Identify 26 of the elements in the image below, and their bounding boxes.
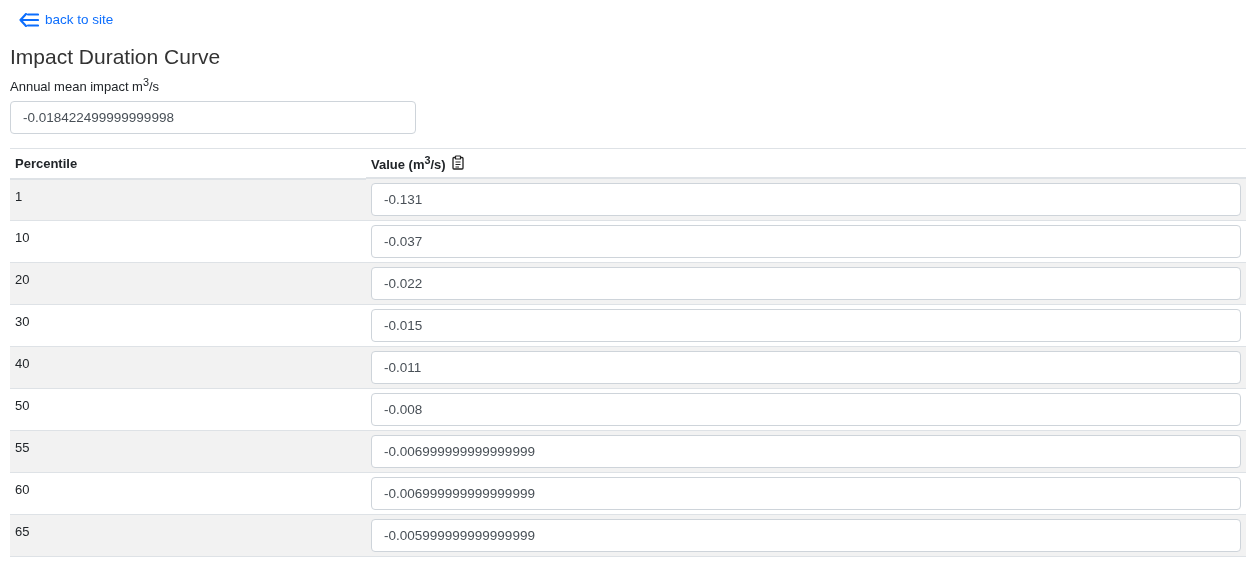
value-field[interactable]: -0.131 (371, 182, 1241, 216)
percentile-cell: 30 (15, 313, 30, 329)
percentile-cell: 1 (15, 188, 23, 204)
field-label: Annual mean impact m$^{3}$/s (10, 75, 161, 94)
clipboard-icon[interactable] (451, 155, 464, 171)
percentile-cell: 20 (15, 271, 30, 287)
back-link[interactable]: back to site (19, 12, 114, 27)
percentile-cell: 65 (15, 523, 30, 539)
back-arrow-icon (19, 12, 39, 27)
value-field[interactable]: -0.005999999999999999 (371, 518, 1241, 552)
value-field[interactable]: -0.006999999999999999 (371, 434, 1241, 468)
value-field[interactable]: -0.006999999999999999 (371, 476, 1241, 510)
column-header: Percentile (10, 148, 366, 179)
percentile-cell: 50 (15, 397, 30, 413)
value-field[interactable]: -0.037 (371, 224, 1241, 258)
page-title: Impact Duration Curve (10, 44, 222, 69)
column-header: Value (m$^{3}$/s) (371, 153, 446, 172)
value-field[interactable]: -0.008 (371, 392, 1241, 426)
value-field[interactable]: -0.022 (371, 266, 1241, 300)
percentile-cell: 10 (15, 229, 30, 245)
value-field[interactable]: -0.015 (371, 308, 1241, 342)
percentile-cell: 55 (15, 439, 30, 455)
percentile-cell: 40 (15, 355, 30, 371)
annual-mean-field[interactable]: -0.018422499999999998 (10, 100, 416, 134)
value-field[interactable]: -0.011 (371, 350, 1241, 384)
percentile-cell: 60 (15, 481, 30, 497)
